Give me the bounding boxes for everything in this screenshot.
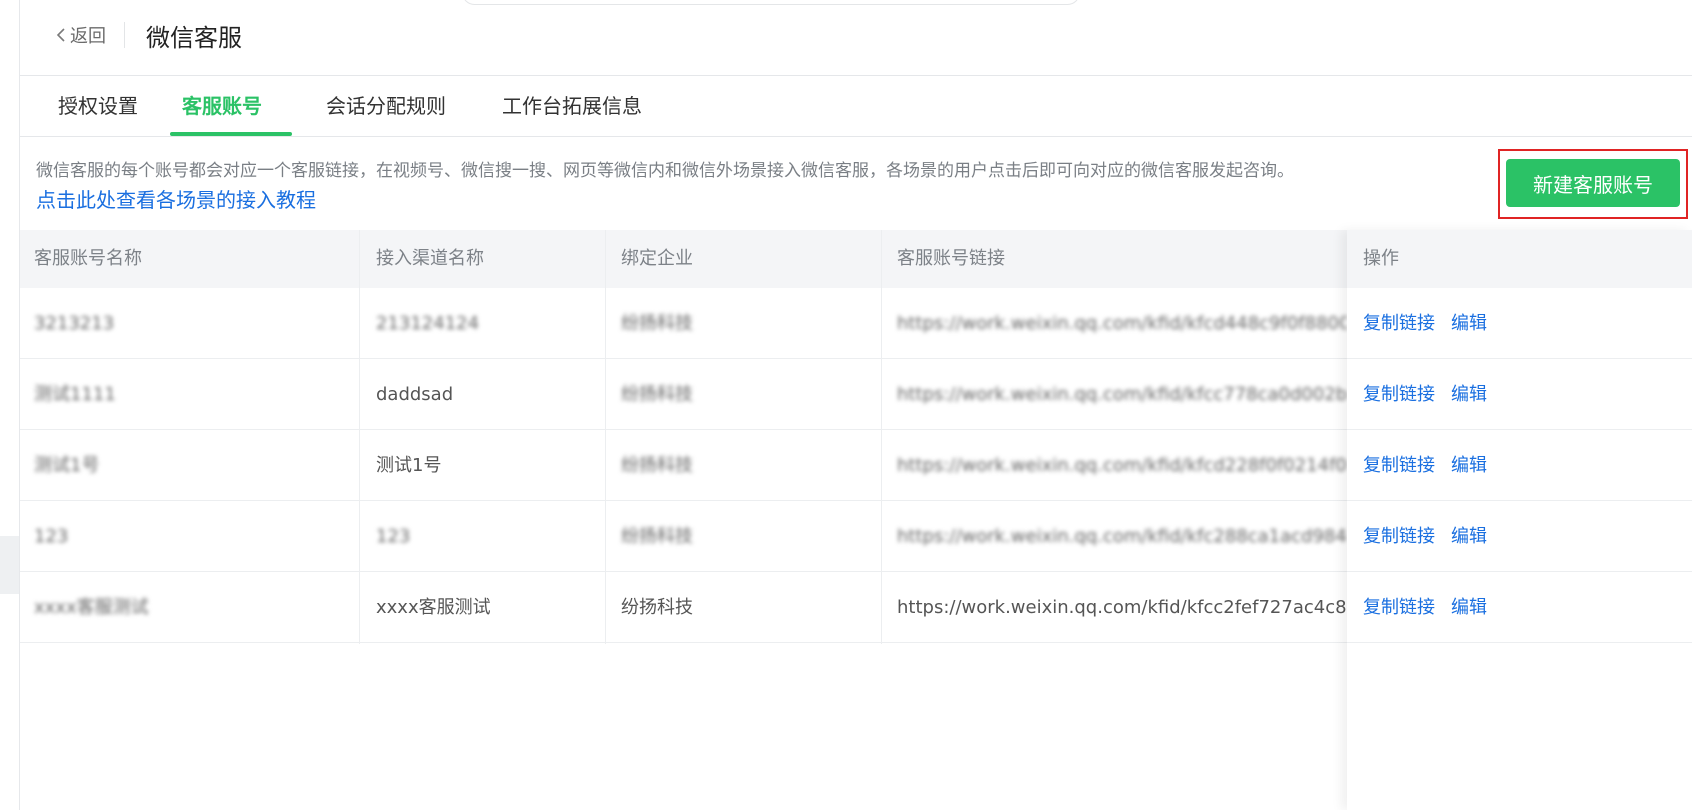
column-header-company: 绑定企业 [621, 248, 693, 269]
channel-name: 测试1号 [376, 455, 442, 476]
copy-link-button[interactable]: 复制链接 [1363, 501, 1435, 572]
account-name: 123 [34, 526, 69, 547]
tab-workbench-extension[interactable]: 工作台拓展信息 [502, 76, 642, 136]
account-name: 3213213 [34, 313, 115, 334]
chevron-left-icon [56, 28, 65, 42]
operations-row: 复制链接 编辑 [1347, 359, 1692, 430]
column-divider [359, 230, 360, 644]
account-url: https://work.weixin.qq.com/kfid/kfcd228f… [897, 455, 1347, 476]
description-text: 微信客服的每个账号都会对应一个客服链接，在视频号、微信搜一搜、网页等微信内和微信… [36, 161, 1294, 181]
account-name: 测试1号 [34, 455, 100, 476]
left-sidebar-stub [0, 536, 19, 594]
new-kf-account-button[interactable]: 新建客服账号 [1506, 159, 1680, 207]
column-header-actions: 操作 [1363, 248, 1399, 269]
tutorial-link[interactable]: 点击此处查看各场景的接入教程 [36, 184, 316, 213]
company-name: 纷扬科技 [621, 384, 693, 405]
page-header: 返回 微信客服 [20, 0, 1692, 76]
back-label: 返回 [70, 26, 106, 47]
company-name: 纷扬科技 [621, 313, 693, 334]
column-header-channel: 接入渠道名称 [376, 248, 484, 269]
edit-button[interactable]: 编辑 [1451, 359, 1487, 430]
account-url: https://work.weixin.qq.com/kfid/kfcc2fef… [897, 597, 1347, 618]
wechat-kf-page: 返回 微信客服 授权设置 客服账号 会话分配规则 工作台拓展信息 微信客服的每个… [0, 0, 1692, 810]
column-divider [605, 230, 606, 644]
operations-column: 操作 复制链接 编辑 复制链接 编辑 复制链接 编辑 复制链接 编辑 复制链接 … [1347, 230, 1692, 810]
tab-kf-accounts[interactable]: 客服账号 [182, 76, 262, 136]
account-name: 测试1111 [34, 384, 116, 405]
header-divider [124, 22, 125, 48]
column-header-url: 客服账号链接 [897, 248, 1005, 269]
account-url: https://work.weixin.qq.com/kfid/kfcd448c… [897, 313, 1347, 334]
copy-link-button[interactable]: 复制链接 [1363, 430, 1435, 501]
company-name: 纷扬科技 [621, 526, 693, 547]
operations-row: 复制链接 编辑 [1347, 288, 1692, 359]
back-button[interactable]: 返回 [56, 22, 106, 48]
tab-session-rules[interactable]: 会话分配规则 [326, 76, 446, 136]
channel-name: 213124124 [376, 313, 480, 334]
operations-header: 操作 [1347, 230, 1692, 288]
channel-name: daddsad [376, 384, 454, 405]
column-divider [881, 230, 882, 644]
copy-link-button[interactable]: 复制链接 [1363, 288, 1435, 359]
copy-link-button[interactable]: 复制链接 [1363, 572, 1435, 643]
edit-button[interactable]: 编辑 [1451, 501, 1487, 572]
account-url: https://work.weixin.qq.com/kfid/kfc288ca… [897, 526, 1347, 547]
operations-row: 复制链接 编辑 [1347, 501, 1692, 572]
tab-bar: 授权设置 客服账号 会话分配规则 工作台拓展信息 [20, 76, 1692, 137]
company-name: 纷扬科技 [621, 455, 693, 476]
account-name: xxxx客服测试 [34, 597, 149, 618]
column-header-name: 客服账号名称 [34, 248, 142, 269]
channel-name: 123 [376, 526, 411, 547]
edit-button[interactable]: 编辑 [1451, 430, 1487, 501]
edit-button[interactable]: 编辑 [1451, 572, 1487, 643]
operations-row: 复制链接 编辑 [1347, 572, 1692, 643]
copy-link-button[interactable]: 复制链接 [1363, 359, 1435, 430]
tab-auth-settings[interactable]: 授权设置 [58, 76, 138, 136]
company-name: 纷扬科技 [621, 597, 693, 618]
channel-name: xxxx客服测试 [376, 597, 491, 618]
edit-button[interactable]: 编辑 [1451, 288, 1487, 359]
account-url: https://work.weixin.qq.com/kfid/kfcc778c… [897, 384, 1347, 405]
page-title: 微信客服 [146, 24, 242, 52]
operations-row: 复制链接 编辑 [1347, 430, 1692, 501]
active-tab-underline [170, 132, 292, 136]
